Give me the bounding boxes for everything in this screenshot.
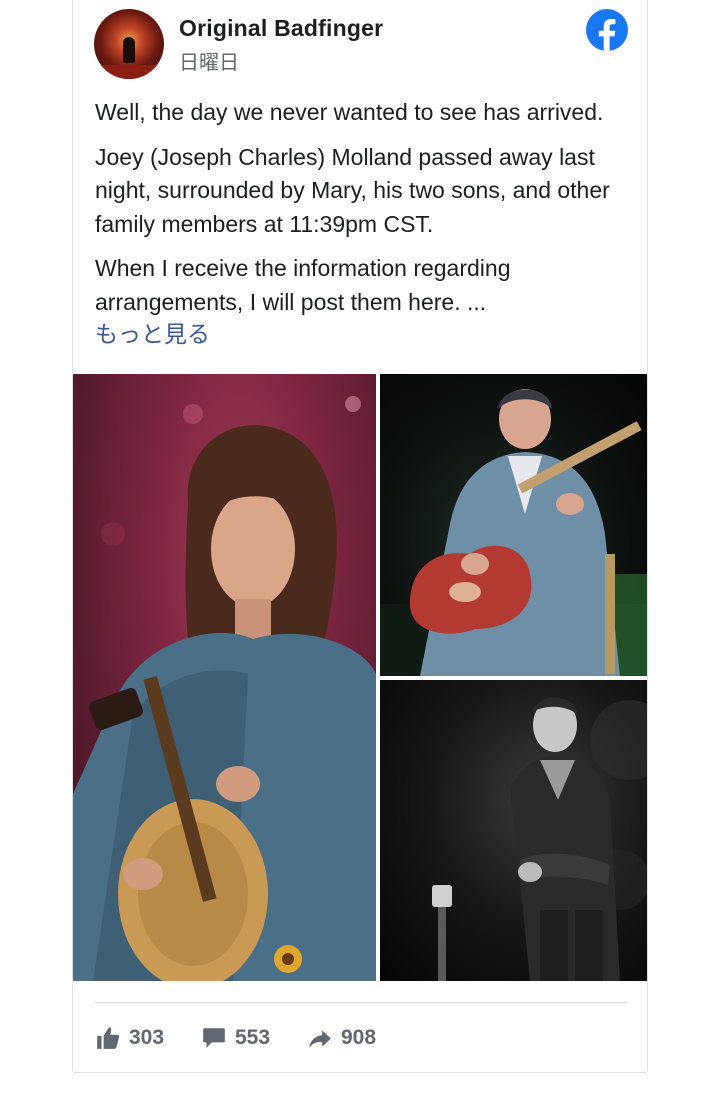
post-paragraph: When I receive the information regarding…: [95, 255, 511, 315]
facebook-logo-icon[interactable]: [586, 9, 628, 51]
black-and-white-portrait-photo[interactable]: [380, 680, 647, 981]
young-guitarist-photo[interactable]: [73, 374, 376, 981]
page-avatar[interactable]: [94, 9, 164, 79]
like-count-value: 303: [129, 1026, 165, 1049]
share-count[interactable]: 908: [307, 1023, 376, 1053]
post-paragraph: Well, the day we never wanted to see has…: [95, 99, 604, 125]
post-paragraph: Joey (Joseph Charles) Molland passed awa…: [95, 143, 610, 237]
page-name[interactable]: Original Badfinger: [179, 15, 383, 42]
see-more-link[interactable]: もっと見る: [95, 319, 635, 353]
facebook-post-card: Original Badfinger 日曜日 Well, the day we …: [72, 0, 648, 1073]
thumbs-up-icon: [97, 1027, 120, 1049]
comment-icon: [203, 1028, 225, 1048]
older-guitarist-on-stage-photo[interactable]: [380, 374, 647, 676]
comment-count[interactable]: 553: [201, 1023, 270, 1053]
post-message: Well, the day we never wanted to see has…: [95, 96, 635, 353]
stats-divider: [95, 1002, 628, 1003]
share-arrow-icon: [309, 1030, 331, 1048]
post-date[interactable]: 日曜日: [179, 46, 239, 75]
comment-count-value: 553: [235, 1026, 271, 1049]
like-count[interactable]: 303: [95, 1023, 164, 1053]
photo-collage: [73, 374, 647, 981]
share-count-value: 908: [341, 1026, 377, 1049]
